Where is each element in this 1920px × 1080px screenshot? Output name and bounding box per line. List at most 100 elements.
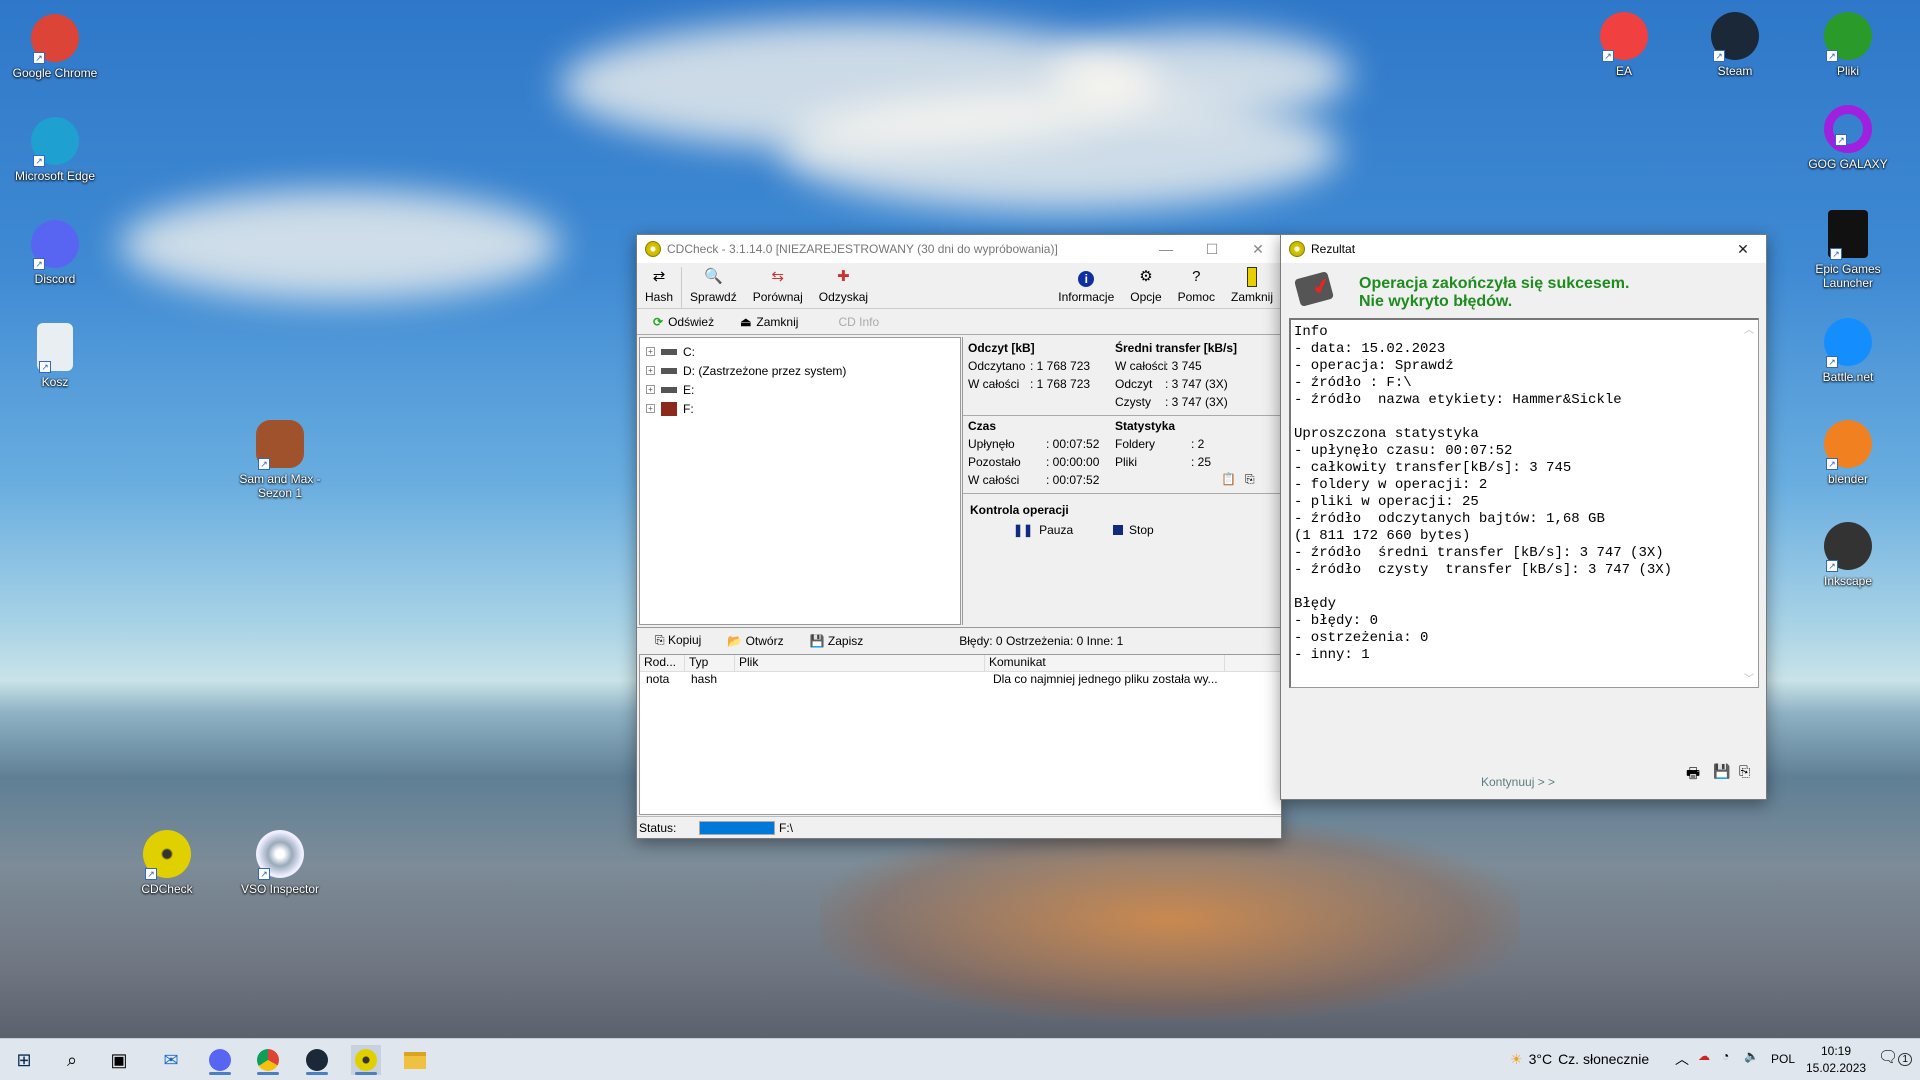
desktop-icon-sam-and-max-sezon-1[interactable]: ↗ Sam and Max - Sezon 1 [235,420,325,500]
window-title: CDCheck - 3.1.14.0 [NIEZAREJESTROWANY (3… [667,242,1058,256]
table-row[interactable]: nota hash Dla co najmniej jednego pliku zo… [640,672,1281,688]
scrollbar[interactable]: ︿ ﹀ [1741,321,1757,685]
desktop-icon-vso-inspector[interactable]: ↗ VSO Inspector [235,830,325,896]
drive-label: F: [683,401,694,416]
volume-icon[interactable]: 🔈 [1744,1049,1759,1063]
desktop-icon-gog-galaxy[interactable]: ↗ GOG GALAXY [1803,105,1893,171]
desktop-icon-steam[interactable]: ↗ Steam [1690,12,1780,78]
notification-button[interactable]: 🗨 1 [1878,1047,1912,1067]
discord-taskbar-icon[interactable] [205,1045,235,1075]
cd-info-button[interactable]: CD Info [838,315,879,329]
label: Battle.net [1822,370,1874,384]
label: Informacje [1058,290,1115,304]
expand-icon[interactable]: + [646,366,655,375]
language-indicator[interactable]: POL [1771,1052,1795,1066]
exit-button[interactable]: Zamknij [1223,267,1281,308]
tree-item-drive[interactable]: + E: [646,380,954,399]
desktop-icon-blender[interactable]: ↗ blender [1803,420,1893,486]
title-bar[interactable]: Rezultat ✕ [1281,235,1766,263]
weather-widget[interactable]: ☀ 3°C Cz. słonecznie [1510,1051,1649,1068]
label: VSO Inspector [240,882,320,896]
compare-button[interactable]: ⇆ Porównaj [745,267,811,308]
desktop-icon-microsoft-edge[interactable]: ↗ Microsoft Edge [10,117,100,183]
close-button[interactable]: ✕ [1720,235,1766,263]
hash-button[interactable]: ⇄ Hash [637,267,683,308]
read-heading: Odczyt [kB] [968,341,1035,355]
label: EA [1615,64,1632,78]
help-button[interactable]: ? Pomoc [1170,267,1223,308]
table-cell: hash [691,672,718,686]
label: Zamknij [756,314,799,329]
transfer-row: Czysty: 3 747 (3X) [1115,395,1228,409]
copy-button[interactable]: ⎘ Kopiuj [655,633,701,648]
show-hidden-icons-button[interactable]: ︿ [1675,1049,1689,1069]
minimize-button[interactable]: — [1143,235,1189,263]
column-header[interactable]: Typ [685,655,735,671]
desktop-icon-kosz[interactable]: ↗ Kosz [10,323,100,389]
copy-icon[interactable]: ⎘ [1739,763,1750,780]
clock[interactable]: 10:19 15.02.2023 [1806,1043,1866,1077]
info-button[interactable]: i Informacje [1050,271,1122,308]
column-header[interactable]: Rod... [640,655,685,671]
status-path: F:\ [779,820,793,835]
chrome-taskbar-icon[interactable] [253,1045,283,1075]
stop-button[interactable]: Stop [1113,523,1154,537]
save-button[interactable]: 💾 Zapisz [810,634,864,648]
wifi-icon[interactable]: ◔ [1722,1049,1729,1063]
expand-icon[interactable]: + [646,404,655,413]
desktop-icon-epic-games-launcher[interactable]: ↗ Epic Games Launcher [1803,210,1893,290]
cdcheck-taskbar-icon[interactable] [351,1045,381,1075]
status-bar: Status: F:\ [637,816,1281,838]
continue-button[interactable]: Kontynuuj > > [1481,775,1555,789]
search-button[interactable]: ⌕ [57,1045,87,1075]
drive-icon [661,386,677,393]
success-icon: ✔ [1293,271,1335,307]
explorer-taskbar-icon[interactable] [400,1045,430,1075]
options-button[interactable]: ⚙ Opcje [1122,267,1169,308]
desktop-icon-ea[interactable]: ↗ EA [1579,12,1669,78]
stat-label: Czysty [1115,395,1151,409]
mail-taskbar-icon[interactable]: ✉ [156,1045,186,1075]
refresh-icon: ⟳ [653,314,664,329]
steam-taskbar-icon[interactable] [302,1045,332,1075]
start-button[interactable]: ⊞ [9,1045,39,1075]
report-icon[interactable]: 📋 [1221,472,1236,486]
column-header[interactable]: Komunikat [985,655,1225,671]
tree-item-drive[interactable]: + F: [646,399,954,418]
task-view-button[interactable]: ▣ [104,1045,134,1075]
log-list[interactable]: Rod... Typ Plik Komunikat nota hash Dla co naj… [639,654,1281,815]
status-label: Status: [639,820,677,835]
desktop-icon-inkscape[interactable]: ↗ Inkscape [1803,522,1893,588]
expand-icon[interactable]: + [646,347,655,356]
stat-value: 2 [1197,437,1205,451]
column-header[interactable]: Plik [735,655,985,671]
desktop-icon-google-chrome[interactable]: ↗ Google Chrome [10,14,100,80]
label: Sprawdź [690,290,737,304]
recover-button[interactable]: ✚ Odzyskaj [811,267,876,308]
pause-button[interactable]: ❚❚ Pauza [1013,523,1073,537]
print-icon[interactable]: 🖶 [1686,763,1700,788]
help-icon: ? [1192,268,1201,285]
close-button[interactable]: ✕ [1235,235,1281,263]
copy-stats-icon[interactable]: ⎘ [1245,472,1255,487]
desktop-icon-discord[interactable]: ↗ Discord [10,220,100,286]
cloud-error-icon[interactable]: ☁ [1698,1049,1710,1063]
save-icon[interactable]: 💾 [1713,763,1730,780]
eject-button[interactable]: ⏏ Zamknij [740,315,798,329]
open-button[interactable]: 📂 Otwórz [727,634,783,648]
tree-item-drive[interactable]: + D: (Zastrzeżone przez system) [646,361,954,380]
label: Hash [645,290,674,304]
drive-tree[interactable]: + C: + D: (Zastrzeżone przez system) + E: + F: [639,337,961,625]
result-text[interactable]: Info - data: 15.02.2023 - operacja: Spra… [1289,318,1759,688]
stats-row: Pliki: 25 [1115,455,1212,469]
refresh-button[interactable]: ⟳ Odśwież [653,315,714,329]
title-bar[interactable]: CDCheck - 3.1.14.0 [NIEZAREJESTROWANY (3… [637,235,1281,263]
desktop-icon-cdcheck[interactable]: ↗ CDCheck [122,830,212,896]
date: 15.02.2023 [1806,1061,1867,1075]
desktop-icon-pliki[interactable]: ↗ Pliki [1803,12,1893,78]
desktop-icon-battle-net[interactable]: ↗ Battle.net [1803,318,1893,384]
tree-item-drive[interactable]: + C: [646,342,954,361]
maximize-button[interactable]: ☐ [1189,235,1235,263]
expand-icon[interactable]: + [646,385,655,394]
check-button[interactable]: 🔍 Sprawdź [682,267,745,308]
